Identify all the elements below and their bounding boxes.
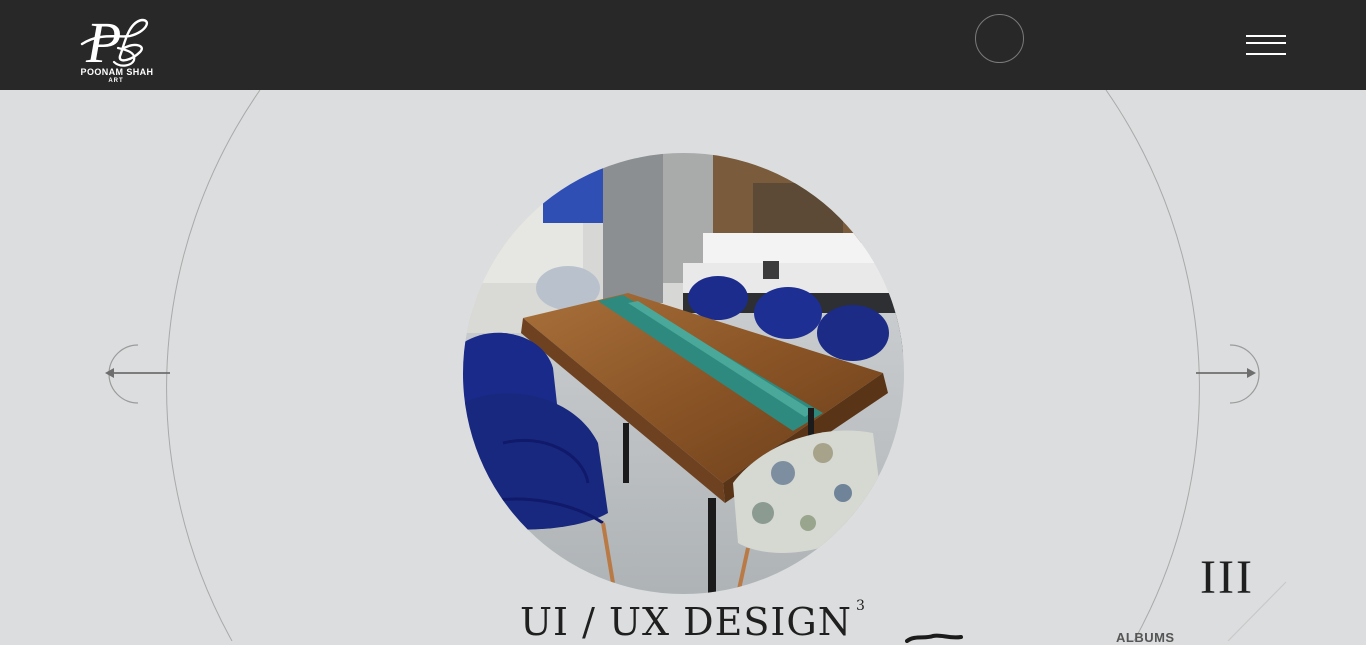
albums-link[interactable]: ALBUMS (1116, 630, 1175, 645)
cursor-follower (975, 14, 1024, 63)
slide-title-text: UI / UX DESIGN (520, 600, 853, 644)
brand-sub: ART (108, 78, 124, 84)
brand-name: POONAM SHAH (80, 67, 154, 77)
slide-title-count: 3 (856, 598, 866, 614)
arrow-right-icon[interactable] (1190, 343, 1290, 405)
hamburger-menu-icon[interactable] (1244, 32, 1288, 58)
brush-stroke-decoration (905, 633, 963, 643)
slide-image (463, 153, 904, 594)
arrow-left-icon[interactable] (78, 343, 178, 405)
slide-title[interactable]: UI / UX DESIGN 3 (520, 598, 865, 644)
svg-text:P: P (85, 12, 121, 75)
site-header: P POONAM SHAH ART (0, 0, 1366, 90)
slide-index-numeral: III (1200, 551, 1254, 604)
